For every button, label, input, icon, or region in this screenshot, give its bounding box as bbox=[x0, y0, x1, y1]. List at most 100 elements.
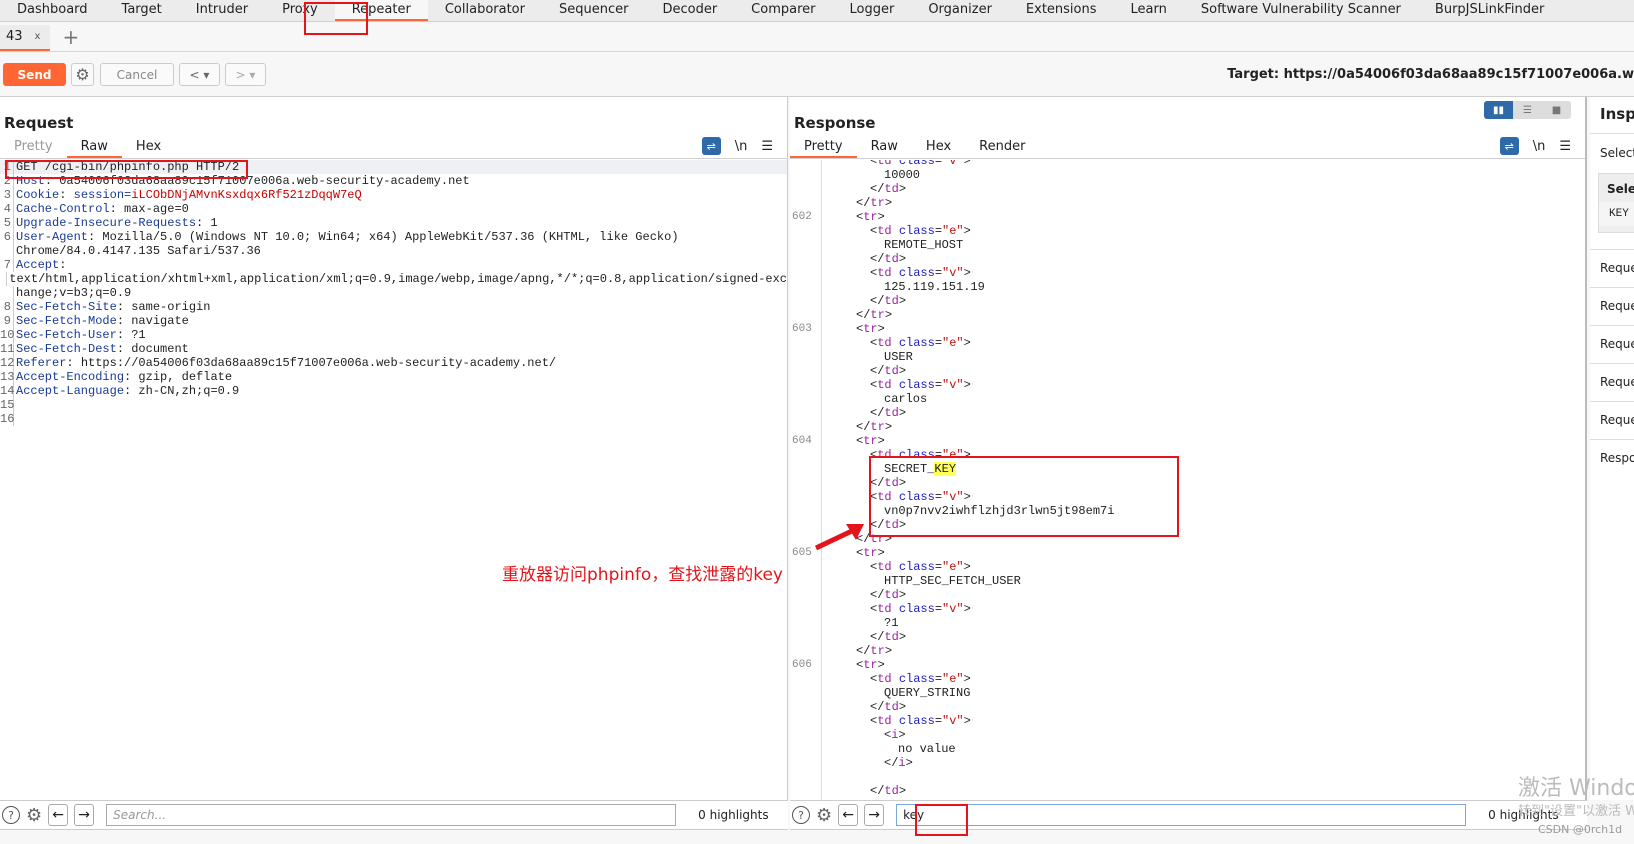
line-text: USER bbox=[884, 350, 913, 364]
tag-name: td bbox=[884, 182, 899, 196]
tag-name: tr bbox=[870, 420, 885, 434]
selected-text-header: Selected text bbox=[1607, 182, 1634, 196]
top-nav: Dashboard Target Intruder Proxy Repeater Coll… bbox=[0, 0, 1634, 22]
inspector-section[interactable]: Response headers bbox=[1590, 439, 1634, 477]
nav-tab-decoder[interactable]: Decoder bbox=[645, 0, 734, 21]
add-tab-icon[interactable]: + bbox=[62, 25, 79, 49]
line-number: 5 bbox=[0, 216, 14, 230]
gear-icon[interactable]: ⚙ bbox=[816, 805, 832, 826]
tag-bracket: > bbox=[898, 588, 907, 602]
menu-icon[interactable]: ☰ bbox=[1559, 139, 1571, 154]
nav-tab-learn[interactable]: Learn bbox=[1114, 0, 1184, 21]
header-name: User-Agent bbox=[16, 230, 89, 244]
stacked-layout-icon[interactable]: ☰ bbox=[1513, 101, 1542, 119]
previous-match-button[interactable]: ← bbox=[838, 804, 859, 826]
attr-name: class bbox=[898, 336, 935, 350]
line-text: <td class="e"> bbox=[870, 336, 971, 350]
line-number: 10 bbox=[0, 328, 15, 342]
inspector-section[interactable]: Request headers bbox=[1590, 401, 1634, 439]
help-icon[interactable]: ? bbox=[792, 806, 810, 824]
help-icon[interactable]: ? bbox=[2, 806, 20, 824]
request-line: 12 Referer: https://0a54006f03da68aa89c15… bbox=[0, 356, 787, 370]
gear-icon[interactable]: ⚙ bbox=[26, 805, 42, 826]
single-layout-icon[interactable]: ■ bbox=[1542, 101, 1571, 119]
previous-match-button[interactable]: ← bbox=[48, 804, 69, 826]
line-text: </tr> bbox=[828, 196, 892, 210]
subtab-pretty[interactable]: Pretty bbox=[0, 135, 67, 158]
cancel-button[interactable]: Cancel bbox=[100, 63, 174, 86]
nav-tab-intruder[interactable]: Intruder bbox=[179, 0, 265, 21]
line-number: 604 bbox=[792, 435, 812, 447]
nav-tab-burpjslinkfinder[interactable]: BurpJSLinkFinder bbox=[1418, 0, 1561, 21]
tag-name: tr bbox=[863, 210, 878, 224]
newline-toggle[interactable]: \n bbox=[1533, 139, 1546, 154]
inspector-section[interactable]: Request body parameters bbox=[1590, 325, 1634, 363]
wrap-lines-icon[interactable]: ⇌ bbox=[1499, 137, 1519, 155]
nav-tab-dashboard[interactable]: Dashboard bbox=[0, 0, 105, 21]
inspector-section[interactable]: Request attributes bbox=[1590, 249, 1634, 287]
tag-bracket: </ bbox=[870, 182, 885, 196]
repeater-tab-43[interactable]: 43 x bbox=[0, 24, 51, 51]
attr-name: class bbox=[898, 224, 935, 238]
nav-tab-collaborator[interactable]: Collaborator bbox=[428, 0, 542, 21]
close-icon[interactable]: x bbox=[35, 31, 41, 42]
nav-tab-comparer[interactable]: Comparer bbox=[734, 0, 832, 21]
annotation-box-request-line bbox=[5, 160, 248, 179]
nav-tab-organizer[interactable]: Organizer bbox=[911, 0, 1009, 21]
nav-tab-logger[interactable]: Logger bbox=[833, 0, 912, 21]
inspector-section[interactable]: Request cookies bbox=[1590, 363, 1634, 401]
request-editor[interactable]: 1 GET /cgi-bin/phpinfo.php HTTP/2 2 Host: 0… bbox=[0, 160, 787, 800]
line-number: 8 bbox=[0, 300, 14, 314]
wrap-lines-icon[interactable]: ⇌ bbox=[701, 137, 721, 155]
request-line: 13 Accept-Encoding: gzip, deflate bbox=[0, 370, 787, 384]
history-back-button[interactable]: < ▾ bbox=[179, 63, 220, 86]
nav-tab-sequencer[interactable]: Sequencer bbox=[542, 0, 645, 21]
subtab-raw[interactable]: Raw bbox=[857, 135, 912, 158]
line-number: 16 bbox=[0, 412, 15, 426]
line-text: REMOTE_HOST bbox=[884, 238, 964, 252]
next-match-button[interactable]: → bbox=[74, 804, 95, 826]
header-value: max-age=0 bbox=[116, 202, 189, 216]
send-button[interactable]: Send bbox=[3, 63, 66, 86]
response-search-input[interactable]: key bbox=[896, 804, 1467, 826]
request-search-input[interactable]: Search... bbox=[106, 804, 677, 826]
header-name: Sec-Fetch-Dest bbox=[16, 342, 117, 356]
subtab-hex[interactable]: Hex bbox=[912, 135, 965, 158]
line-text: <td class="v"> bbox=[870, 602, 971, 616]
tag-name: i bbox=[898, 756, 906, 770]
line-text: <tr> bbox=[828, 658, 885, 672]
line-number: 14 bbox=[0, 384, 15, 398]
target-url[interactable]: Target: https://0a54006f03da68aa89c15f71… bbox=[1227, 67, 1634, 82]
response-line: HTTP_SEC_FETCH_USER bbox=[790, 574, 1585, 588]
tag-bracket: > bbox=[877, 658, 885, 672]
nav-tab-target[interactable]: Target bbox=[105, 0, 179, 21]
subtab-hex[interactable]: Hex bbox=[122, 135, 175, 158]
history-forward-button[interactable]: > ▾ bbox=[225, 63, 266, 86]
subtab-raw[interactable]: Raw bbox=[66, 135, 122, 158]
line-number: 7 bbox=[0, 258, 14, 272]
request-subtabs: Pretty Raw Hex bbox=[0, 135, 787, 159]
nav-tab-extensions[interactable]: Extensions bbox=[1009, 0, 1114, 21]
colon: : bbox=[116, 300, 125, 314]
response-title: Response bbox=[794, 114, 876, 132]
newline-toggle[interactable]: \n bbox=[735, 139, 748, 154]
response-subtabs: Pretty Raw Hex Render bbox=[790, 135, 1585, 159]
line-number: 606 bbox=[792, 659, 812, 671]
menu-icon[interactable]: ☰ bbox=[761, 139, 773, 154]
side-by-side-layout-icon[interactable]: ▮▮ bbox=[1484, 101, 1513, 119]
response-line: </td> bbox=[790, 182, 1585, 196]
request-line: 10 Sec-Fetch-User: ?1 bbox=[0, 328, 787, 342]
line-text: no value bbox=[898, 742, 956, 756]
next-match-button[interactable]: → bbox=[864, 804, 885, 826]
settings-gear-icon[interactable]: ⚙ bbox=[71, 63, 94, 86]
header-value: ?1 bbox=[124, 328, 146, 342]
tag-bracket: > bbox=[884, 420, 893, 434]
inspector-section[interactable]: Request query parameters bbox=[1590, 287, 1634, 325]
subtab-pretty[interactable]: Pretty bbox=[790, 135, 857, 158]
tag-bracket: > bbox=[963, 160, 971, 168]
response-line: QUERY_STRING bbox=[790, 686, 1585, 700]
request-panel: Request Pretty Raw Hex ⇌ \n ☰ 1 GET /cgi-bi… bbox=[0, 97, 788, 800]
nav-tab-software-vulnerability-scanner[interactable]: Software Vulnerability Scanner bbox=[1184, 0, 1418, 21]
line-text: </td> bbox=[828, 700, 906, 714]
subtab-render[interactable]: Render bbox=[965, 135, 1039, 158]
